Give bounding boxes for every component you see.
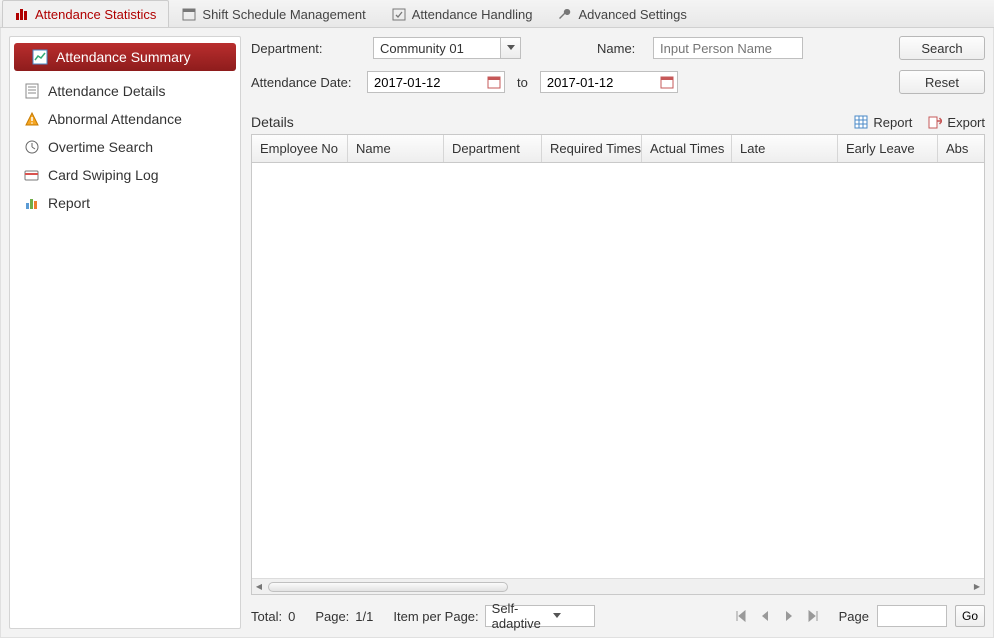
summary-icon xyxy=(32,49,48,65)
col-employee-no[interactable]: Employee No xyxy=(252,135,348,162)
search-button[interactable]: Search xyxy=(899,36,985,60)
date-from-input[interactable] xyxy=(367,71,505,93)
name-input[interactable] xyxy=(653,37,803,59)
items-per-page-label: Item per Page: xyxy=(393,609,478,624)
sidebar-item-label: Attendance Details xyxy=(48,83,166,99)
sidebar-item-label: Abnormal Attendance xyxy=(48,111,182,127)
page-word: Page xyxy=(839,609,869,624)
export-action[interactable]: Export xyxy=(928,115,985,130)
report-chart-icon xyxy=(24,195,40,211)
report-action[interactable]: Report xyxy=(854,115,912,130)
sidebar-item-label: Card Swiping Log xyxy=(48,167,159,183)
calendar-icon[interactable] xyxy=(659,72,676,92)
items-per-page-value: Self-adaptive xyxy=(486,601,547,631)
tab-label: Attendance Statistics xyxy=(35,7,156,22)
to-label: to xyxy=(517,75,528,90)
sidebar-item-abnormal-attendance[interactable]: Abnormal Attendance xyxy=(10,105,240,133)
details-table: Employee No Name Department Required Tim… xyxy=(251,134,985,595)
page-value: 1/1 xyxy=(355,609,373,624)
calendar-check-icon xyxy=(392,7,406,21)
first-page-icon[interactable] xyxy=(733,608,749,624)
col-late[interactable]: Late xyxy=(732,135,838,162)
tab-advanced-settings[interactable]: Advanced Settings xyxy=(545,0,699,27)
date-from-field[interactable] xyxy=(368,72,486,92)
page-label: Page: xyxy=(315,609,349,624)
col-early-leave[interactable]: Early Leave xyxy=(838,135,938,162)
card-icon xyxy=(24,167,40,183)
chevron-down-icon[interactable] xyxy=(500,38,520,58)
calendar-icon[interactable] xyxy=(486,72,503,92)
export-action-label: Export xyxy=(947,115,985,130)
tab-attendance-handling[interactable]: Attendance Handling xyxy=(379,0,546,27)
clock-icon xyxy=(24,139,40,155)
sidebar-item-label: Overtime Search xyxy=(48,139,153,155)
reset-button[interactable]: Reset xyxy=(899,70,985,94)
sidebar-item-attendance-summary[interactable]: Attendance Summary xyxy=(14,43,236,71)
sidebar-item-label: Attendance Summary xyxy=(56,49,191,65)
details-icon xyxy=(24,83,40,99)
wrench-icon xyxy=(558,7,572,21)
grid-icon xyxy=(854,115,868,129)
col-name[interactable]: Name xyxy=(348,135,444,162)
sidebar: Attendance Summary Attendance Details Ab… xyxy=(9,36,241,629)
department-label: Department: xyxy=(251,41,331,56)
prev-page-icon[interactable] xyxy=(757,608,773,624)
table-body-empty xyxy=(252,163,984,578)
next-page-icon[interactable] xyxy=(781,608,797,624)
table-footer: Total: 0 Page: 1/1 Item per Page: Self-a… xyxy=(251,595,985,629)
department-value: Community 01 xyxy=(374,41,500,56)
col-actual-times[interactable]: Actual Times xyxy=(642,135,732,162)
tab-shift-schedule-management[interactable]: Shift Schedule Management xyxy=(169,0,378,27)
sidebar-item-report[interactable]: Report xyxy=(10,189,240,217)
table-header: Employee No Name Department Required Tim… xyxy=(252,135,984,163)
col-abs[interactable]: Abs xyxy=(938,135,984,162)
last-page-icon[interactable] xyxy=(805,608,821,624)
page-number-input[interactable] xyxy=(877,605,947,627)
date-to-field[interactable] xyxy=(541,72,659,92)
scroll-right-icon[interactable]: ▶ xyxy=(970,580,984,594)
scroll-left-icon[interactable]: ◀ xyxy=(252,580,266,594)
scroll-thumb[interactable] xyxy=(268,582,508,592)
top-tab-bar: Attendance Statistics Shift Schedule Man… xyxy=(0,0,994,28)
bar-chart-icon xyxy=(15,7,29,21)
chevron-down-icon[interactable] xyxy=(547,613,594,619)
total-label: Total: xyxy=(251,609,282,624)
total-value: 0 xyxy=(288,609,295,624)
attendance-date-label: Attendance Date: xyxy=(251,75,361,90)
warning-icon xyxy=(24,111,40,127)
report-action-label: Report xyxy=(873,115,912,130)
tab-label: Shift Schedule Management xyxy=(202,7,365,22)
sidebar-item-label: Report xyxy=(48,195,90,211)
calendar-icon xyxy=(182,7,196,21)
col-department[interactable]: Department xyxy=(444,135,542,162)
tab-label: Advanced Settings xyxy=(578,7,686,22)
department-combo[interactable]: Community 01 xyxy=(373,37,521,59)
tab-label: Attendance Handling xyxy=(412,7,533,22)
sidebar-item-attendance-details[interactable]: Attendance Details xyxy=(10,77,240,105)
name-label: Name: xyxy=(597,41,647,56)
go-button[interactable]: Go xyxy=(955,605,985,627)
items-per-page-combo[interactable]: Self-adaptive xyxy=(485,605,595,627)
tab-attendance-statistics[interactable]: Attendance Statistics xyxy=(2,0,169,27)
pager: Page Go xyxy=(733,605,985,627)
sidebar-item-card-swiping-log[interactable]: Card Swiping Log xyxy=(10,161,240,189)
horizontal-scrollbar[interactable]: ◀ ▶ xyxy=(252,578,984,594)
scroll-track[interactable] xyxy=(268,581,968,593)
sidebar-item-overtime-search[interactable]: Overtime Search xyxy=(10,133,240,161)
export-icon xyxy=(928,115,942,129)
col-required-times[interactable]: Required Times xyxy=(542,135,642,162)
date-to-input[interactable] xyxy=(540,71,678,93)
content-area: Department: Community 01 Name: Search At… xyxy=(251,36,985,629)
details-label: Details xyxy=(251,114,294,130)
